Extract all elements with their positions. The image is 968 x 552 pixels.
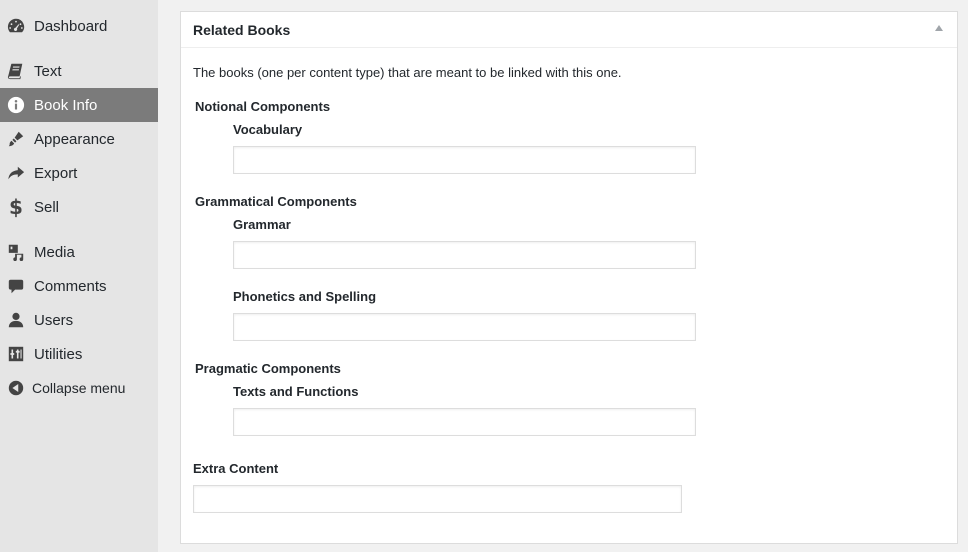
utilities-icon — [6, 344, 26, 364]
field-label-phonetics: Phonetics and Spelling — [233, 289, 377, 304]
sidebar-item-users[interactable]: Users — [0, 303, 158, 337]
export-arrow-icon — [6, 163, 26, 183]
group-label-pragmatic: Pragmatic Components — [195, 361, 341, 376]
book-icon — [6, 61, 26, 81]
collapse-menu-button[interactable]: Collapse menu — [0, 371, 158, 405]
sidebar-item-label: Media — [34, 243, 75, 261]
sidebar-item-label: Appearance — [34, 130, 115, 148]
sidebar-item-label: Export — [34, 164, 78, 182]
user-icon — [6, 310, 26, 330]
sidebar-item-book-info[interactable]: Book Info — [0, 88, 158, 122]
sidebar-item-comments[interactable]: Comments — [0, 269, 158, 303]
vocabulary-input[interactable] — [233, 146, 696, 174]
group-label-grammatical: Grammatical Components — [195, 194, 357, 209]
sidebar-item-label: Comments — [34, 277, 107, 295]
collapse-menu-label: Collapse menu — [32, 380, 126, 396]
admin-sidebar: Dashboard Text Book Info Appearance Expo… — [0, 0, 158, 552]
sidebar-item-label: Sell — [34, 198, 60, 216]
media-icon — [6, 242, 26, 262]
sidebar-item-utilities[interactable]: Utilities — [0, 337, 158, 371]
group-label-notional: Notional Components — [195, 99, 331, 114]
dollar-icon: $ — [9, 195, 23, 219]
sidebar-item-label: Book Info — [34, 96, 98, 114]
sidebar-item-label: Utilities — [34, 345, 83, 363]
field-label-texts-functions: Texts and Functions — [233, 384, 359, 399]
info-icon — [6, 95, 26, 115]
sidebar-item-label: Text — [34, 62, 62, 80]
dashboard-icon — [6, 16, 26, 36]
panel-description: The books (one per content type) that ar… — [193, 65, 622, 80]
phonetics-input[interactable] — [233, 313, 696, 341]
extra-content-input[interactable] — [193, 485, 682, 513]
related-books-panel: Related Books The books (one per content… — [180, 11, 958, 544]
texts-functions-input[interactable] — [233, 408, 696, 436]
panel-header[interactable]: Related Books — [181, 12, 957, 48]
sidebar-item-sell[interactable]: $ Sell — [0, 190, 158, 224]
collapse-toggle-icon[interactable] — [935, 25, 943, 31]
sidebar-item-export[interactable]: Export — [0, 156, 158, 190]
paintbrush-icon — [6, 129, 26, 149]
sidebar-item-label: Dashboard — [34, 17, 108, 35]
field-label-vocabulary: Vocabulary — [233, 122, 303, 137]
sidebar-item-media[interactable]: Media — [0, 235, 158, 269]
sidebar-item-label: Users — [34, 311, 74, 329]
panel-title: Related Books — [193, 21, 291, 38]
sidebar-item-appearance[interactable]: Appearance — [0, 122, 158, 156]
sidebar-item-dashboard[interactable]: Dashboard — [0, 9, 158, 43]
collapse-arrow-icon — [6, 378, 26, 398]
comment-icon — [6, 276, 26, 296]
field-label-grammar: Grammar — [233, 217, 291, 232]
field-label-extra-content: Extra Content — [193, 461, 279, 476]
sidebar-item-text[interactable]: Text — [0, 54, 158, 88]
grammar-input[interactable] — [233, 241, 696, 269]
